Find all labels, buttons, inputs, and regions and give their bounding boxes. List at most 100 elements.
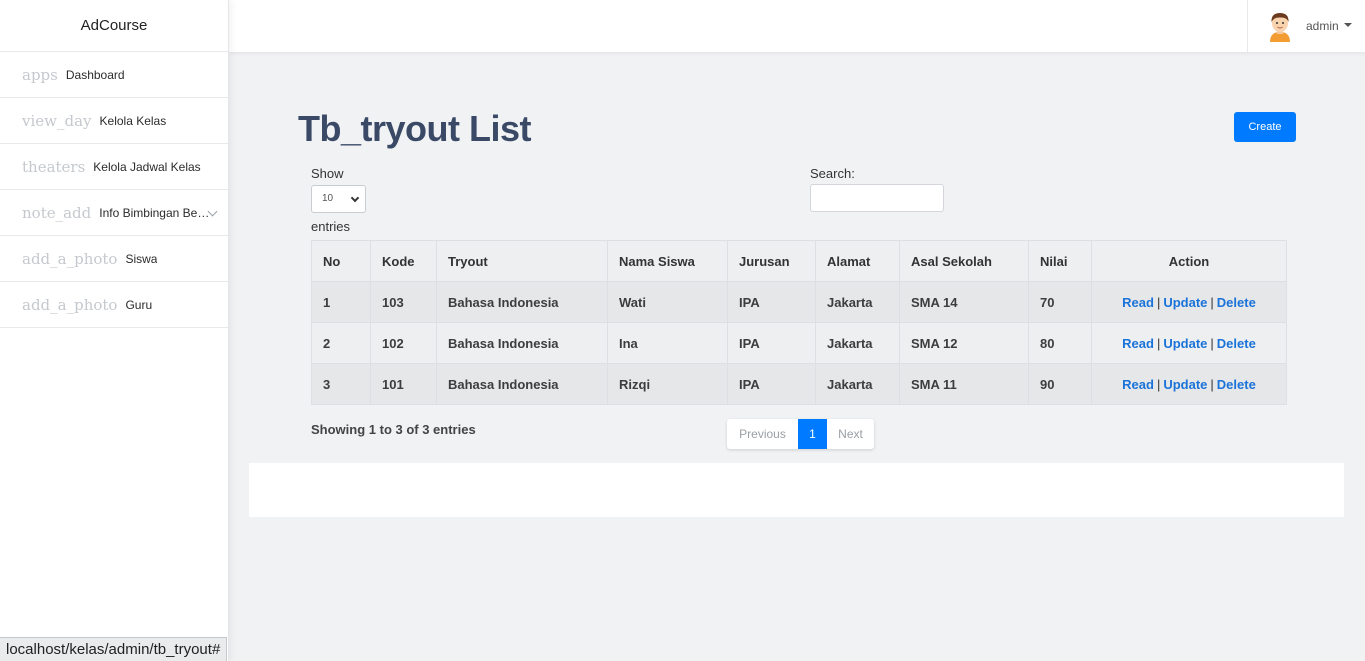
cell-tryout: Bahasa Indonesia [436,281,608,323]
sidebar-item-siswa[interactable]: add_a_photo Siswa [0,236,228,282]
cell-jurusan: IPA [727,363,816,405]
cell-actions: Read | Update | Delete [1091,281,1287,323]
search-label: Search: [810,166,855,181]
column-header-jurusan[interactable]: Jurusan [727,240,816,282]
page-title: Tb_tryout List [298,108,532,149]
browser-status-url: localhost/kelas/admin/tb_tryout# [0,637,228,661]
cell-alamat: Jakarta [815,322,900,364]
entries-per-page-select[interactable]: 10 [311,185,366,213]
column-header-nilai[interactable]: Nilai [1028,240,1092,282]
cell-nama-siswa: Ina [607,322,728,364]
column-header-action: Action [1091,240,1287,282]
cell-asal-sekolah: SMA 14 [899,281,1029,323]
cell-kode: 101 [370,363,437,405]
sidebar-item-kelola-jadwal-kelas[interactable]: theaters Kelola Jadwal Kelas [0,144,228,190]
note-add-icon: note_add [22,203,92,222]
sidebar-item-label: Siswa [125,251,158,266]
search-control: Search: [810,166,944,212]
cell-tryout: Bahasa Indonesia [436,322,608,364]
cell-nama-siswa: Rizqi [607,363,728,405]
table-header-row: No Kode Tryout Nama Siswa Jurusan Alamat… [311,240,1287,282]
add-a-photo-icon: add_a_photo [22,249,118,268]
separator: | [1156,376,1161,392]
sidebar-item-label: Kelola Jadwal Kelas [93,159,201,174]
theaters-icon: theaters [22,157,86,176]
brand-logo[interactable]: AdCourse [0,0,228,52]
tryout-table: No Kode Tryout Nama Siswa Jurusan Alamat… [311,240,1287,405]
separator: | [1210,294,1214,310]
read-link[interactable]: Read [1122,295,1154,310]
pagination-previous[interactable]: Previous [727,419,798,449]
delete-link[interactable]: Delete [1217,295,1256,310]
add-a-photo-icon: add_a_photo [22,295,118,314]
table-info: Showing 1 to 3 of 3 entries [311,422,476,437]
cell-kode: 103 [370,281,437,323]
cell-actions: Read | Update | Delete [1091,363,1287,405]
separator: | [1210,376,1214,392]
update-link[interactable]: Update [1163,295,1207,310]
user-menu[interactable]: admin [1247,0,1365,52]
sidebar-item-dashboard[interactable]: apps Dashboard [0,52,228,98]
cell-alamat: Jakarta [815,281,900,323]
read-link[interactable]: Read [1122,377,1154,392]
show-label: Show [311,166,344,181]
delete-link[interactable]: Delete [1217,377,1256,392]
sidebar-item-label: Guru [125,297,153,312]
cell-nama-siswa: Wati [607,281,728,323]
cell-kode: 102 [370,322,437,364]
user-name: admin [1306,19,1339,33]
cell-tryout: Bahasa Indonesia [436,363,608,405]
view-day-icon: view_day [22,111,92,130]
read-link[interactable]: Read [1122,336,1154,351]
sidebar: AdCourse apps Dashboard view_day Kelola … [0,0,229,661]
sidebar-item-label: Kelola Kelas [99,113,167,128]
column-header-asal-sekolah[interactable]: Asal Sekolah [899,240,1029,282]
cell-nilai: 90 [1028,363,1092,405]
cell-no: 2 [311,322,371,364]
cell-asal-sekolah: SMA 12 [899,322,1029,364]
sidebar-nav: apps Dashboard view_day Kelola Kelas the… [0,52,228,328]
table-row: 1 103 Bahasa Indonesia Wati IPA Jakarta … [311,281,1287,323]
separator: | [1210,335,1214,351]
cell-no: 3 [311,363,371,405]
sidebar-item-info-bimbingan[interactable]: note_add Info Bimbingan Belajar [0,190,228,236]
sidebar-item-kelola-kelas[interactable]: view_day Kelola Kelas [0,98,228,144]
cell-jurusan: IPA [727,322,816,364]
pagination-page-1[interactable]: 1 [798,419,827,449]
column-header-tryout[interactable]: Tryout [436,240,608,282]
column-header-alamat[interactable]: Alamat [815,240,900,282]
avatar [1270,13,1290,42]
footer-panel [249,463,1344,517]
update-link[interactable]: Update [1163,336,1207,351]
column-header-nama-siswa[interactable]: Nama Siswa [607,240,728,282]
column-header-no[interactable]: No [311,240,371,282]
sidebar-item-label: Dashboard [65,67,125,82]
cell-nilai: 70 [1028,281,1092,323]
cell-asal-sekolah: SMA 11 [899,363,1029,405]
cell-actions: Read | Update | Delete [1091,322,1287,364]
cell-nilai: 80 [1028,322,1092,364]
column-header-kode[interactable]: Kode [370,240,437,282]
chevron-down-icon [350,193,360,203]
table-row: 2 102 Bahasa Indonesia Ina IPA Jakarta S… [311,322,1287,364]
entries-per-page-value: 10 [322,193,334,204]
length-control: Show 10 entries [311,166,366,234]
pagination-next[interactable]: Next [827,419,874,449]
separator: | [1156,335,1161,351]
cell-jurusan: IPA [727,281,816,323]
cell-no: 1 [311,281,371,323]
entries-label: entries [311,219,351,234]
apps-icon: apps [22,65,58,84]
delete-link[interactable]: Delete [1217,336,1256,351]
cell-alamat: Jakarta [815,363,900,405]
pagination: Previous 1 Next [727,419,874,449]
table-row: 3 101 Bahasa Indonesia Rizqi IPA Jakarta… [311,363,1287,405]
sidebar-item-guru[interactable]: add_a_photo Guru [0,282,228,328]
topbar: admin [229,0,1365,52]
update-link[interactable]: Update [1163,377,1207,392]
separator: | [1156,294,1161,310]
sidebar-item-label: Info Bimbingan Belajar [99,205,212,220]
caret-down-icon [1343,23,1352,27]
search-input[interactable] [810,184,944,212]
create-button[interactable]: Create [1234,112,1296,142]
